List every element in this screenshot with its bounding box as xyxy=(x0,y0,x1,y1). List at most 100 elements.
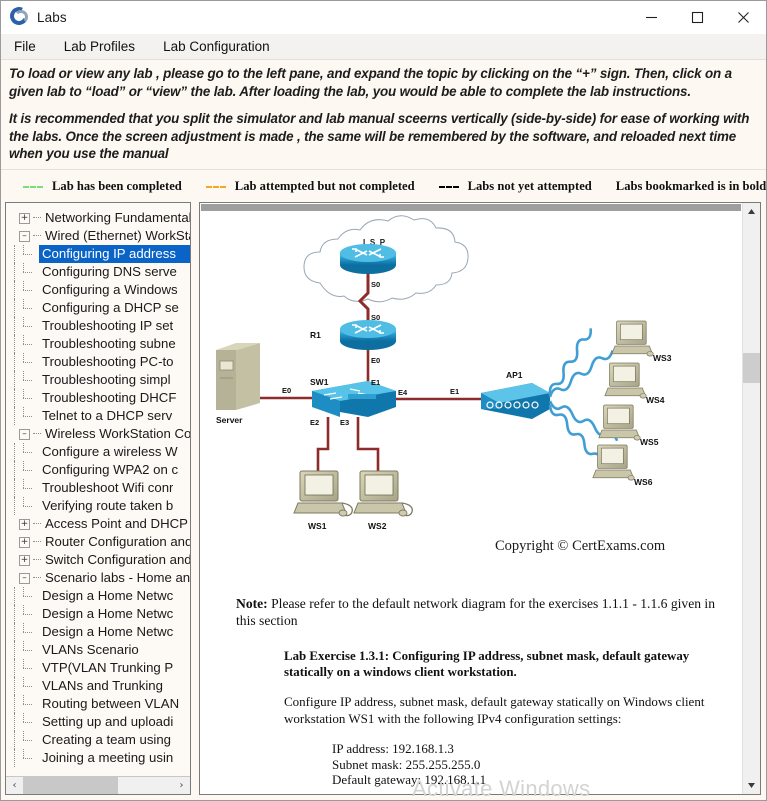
collapse-minus-icon[interactable]: – xyxy=(19,230,30,242)
tree-item-label: Access Point and DHCP ( xyxy=(45,516,190,531)
green-dash-icon xyxy=(23,185,43,188)
tree-item-row[interactable]: Design a Home Netwc xyxy=(6,623,190,641)
expand-plus-icon[interactable]: + xyxy=(19,518,30,530)
tree-item-label: VTP(VLAN Trunking P xyxy=(42,660,174,675)
tree-item-label: VLANs Scenario xyxy=(42,642,139,657)
document-vscroll-thumb[interactable] xyxy=(743,353,760,383)
lab-note: Note: Please refer to the default networ… xyxy=(236,595,720,629)
close-icon[interactable] xyxy=(720,1,766,33)
svg-text:S0: S0 xyxy=(371,280,380,289)
tree-group-row[interactable]: – Scenario labs - Home and xyxy=(6,569,190,587)
tree-horizontal-scrollbar[interactable]: ‹ › xyxy=(6,776,190,794)
scroll-right-icon[interactable]: › xyxy=(173,777,190,794)
ws1-workstation-icon xyxy=(293,470,353,517)
tree-item-row[interactable]: Troubleshooting IP set xyxy=(6,317,190,335)
tree-hscroll-thumb[interactable] xyxy=(23,777,118,794)
tree-item-row[interactable]: Telnet to a DHCP serv xyxy=(6,407,190,425)
instructions-paragraph-1: To load or view any lab , please go to t… xyxy=(9,66,732,99)
tree-item-label: Troubleshooting IP set xyxy=(42,318,174,333)
tree-item-row[interactable]: VLANs Scenario xyxy=(6,641,190,659)
tree-hscroll-track[interactable] xyxy=(23,777,173,794)
tree-item-label: Configuring a DHCP se xyxy=(42,300,179,315)
svg-text:SW1: SW1 xyxy=(310,377,329,387)
tree-item-label: Router Configuration and xyxy=(45,534,190,549)
tree-item-row[interactable]: Design a Home Netwc xyxy=(6,605,190,623)
scroll-down-icon[interactable] xyxy=(743,777,760,794)
tree-indent-guide xyxy=(6,641,23,659)
scroll-up-icon[interactable] xyxy=(743,203,760,220)
tree-group-row[interactable]: + Router Configuration and xyxy=(6,533,190,551)
tree-item-row[interactable]: Configuring a Windows xyxy=(6,281,190,299)
tree-item-label: Troubleshoot Wifi conr xyxy=(42,480,174,495)
tree-group-row[interactable]: – Wireless WorkStation Cor xyxy=(6,425,190,443)
tree-item-label: Troubleshooting PC-to xyxy=(42,354,174,369)
tree-group-row[interactable]: – Wired (Ethernet) WorkStat xyxy=(6,227,190,245)
document-vertical-scrollbar[interactable] xyxy=(742,203,760,794)
collapse-minus-icon[interactable]: – xyxy=(19,428,30,440)
tree-item-row[interactable]: Configure a wireless W xyxy=(6,443,190,461)
orange-dash-icon xyxy=(205,185,226,188)
isp-router-icon xyxy=(340,244,396,274)
tree-item-label: Joining a meeting usin xyxy=(42,750,174,765)
tree-item-row[interactable]: Configuring WPA2 on c xyxy=(6,461,190,479)
menu-item-lab-configuration[interactable]: Lab Configuration xyxy=(160,37,283,57)
tree-item-label: Setting up and uploadi xyxy=(42,714,174,729)
tree-item-row[interactable]: Joining a meeting usin xyxy=(6,749,190,767)
tree-group-row[interactable]: + Networking Fundamental L xyxy=(6,209,190,227)
tree-branch-connector xyxy=(23,281,39,299)
svg-text:Server: Server xyxy=(216,415,243,425)
tree-item-row[interactable]: Setting up and uploadi xyxy=(6,713,190,731)
tree-item-row[interactable]: Troubleshooting PC-to xyxy=(6,353,190,371)
legend-label-attempted: Lab attempted but not completed xyxy=(234,179,415,193)
tree-item-row[interactable]: Verifying route taken b xyxy=(6,497,190,515)
tree-indent-guide xyxy=(6,749,23,767)
legend-entry-not-attempted: Labs not yet attempted xyxy=(438,179,592,194)
tree-item-label: Networking Fundamental L xyxy=(45,210,190,225)
tree-item-label: Telnet to a DHCP serv xyxy=(42,408,173,423)
setting-ip-address: IP address: 192.168.1.3 xyxy=(332,741,454,756)
network-diagram[interactable]: I S P S0 S0 R1 E0 Server E0 SW1 E1 E4 E2… xyxy=(200,213,742,563)
svg-text:E4: E4 xyxy=(398,388,408,397)
tree-item-row[interactable]: Routing between VLAN xyxy=(6,695,190,713)
expand-plus-icon[interactable]: + xyxy=(19,536,30,548)
maximize-icon[interactable] xyxy=(674,1,720,33)
tree-item-row[interactable]: VLANs and Trunking xyxy=(6,677,190,695)
tree-item-label: Configuring WPA2 on c xyxy=(42,462,179,477)
tree-item-row[interactable]: Configuring DNS serve xyxy=(6,263,190,281)
tree-branch-connector xyxy=(23,695,39,713)
tree-item-row[interactable]: Configuring a DHCP se xyxy=(6,299,190,317)
tree-item-row[interactable]: Creating a team using xyxy=(6,731,190,749)
menu-item-lab-profiles[interactable]: Lab Profiles xyxy=(61,37,148,57)
tree-item-label: Configure a wireless W xyxy=(42,444,178,459)
menu-item-file[interactable]: File xyxy=(11,37,49,57)
tree-item-row[interactable]: Troubleshooting subne xyxy=(6,335,190,353)
lab-exercise-number: Lab Exercise 1.3.1: xyxy=(284,649,390,663)
tree-group-row[interactable]: + Access Point and DHCP ( xyxy=(6,515,190,533)
tree-item-row[interactable]: VTP(VLAN Trunking P xyxy=(6,659,190,677)
lab-content-pane: I S P S0 S0 R1 E0 Server E0 SW1 E1 E4 E2… xyxy=(199,202,761,795)
tree-item-row[interactable]: Design a Home Netwc xyxy=(6,587,190,605)
tree-item-row[interactable]: Troubleshooting DHCF xyxy=(6,389,190,407)
tree-item-label: Switch Configuration and xyxy=(45,552,190,567)
instructions-banner: To load or view any lab , please go to t… xyxy=(1,60,766,170)
tree-branch-connector xyxy=(23,371,39,389)
tree-indent-guide xyxy=(6,731,23,749)
tree-item-row[interactable]: Troubleshoot Wifi conr xyxy=(6,479,190,497)
minimize-icon[interactable] xyxy=(628,1,674,33)
scroll-left-icon[interactable]: ‹ xyxy=(6,777,23,794)
menu-bar: File Lab Profiles Lab Configuration xyxy=(1,34,766,60)
tree-indent-guide xyxy=(6,605,23,623)
tree-item-label: Design a Home Netwc xyxy=(42,588,174,603)
tree-branch-connector xyxy=(23,335,39,353)
svg-text:E1: E1 xyxy=(450,387,459,396)
tree-item-row[interactable]: Troubleshooting simpl xyxy=(6,371,190,389)
tree-item-row[interactable]: Configuring IP address xyxy=(6,245,190,263)
lab-tree[interactable]: + Networking Fundamental L – Wired (Etherne… xyxy=(6,203,190,776)
expand-plus-icon[interactable]: + xyxy=(19,212,30,224)
expand-plus-icon[interactable]: + xyxy=(19,554,30,566)
lab-exercise-title: Lab Exercise 1.3.1: Configuring IP addre… xyxy=(284,649,720,680)
tree-group-row[interactable]: + Switch Configuration and xyxy=(6,551,190,569)
tree-branch-connector xyxy=(23,299,39,317)
collapse-minus-icon[interactable]: – xyxy=(19,572,30,584)
ws6-workstation-icon xyxy=(592,444,635,481)
